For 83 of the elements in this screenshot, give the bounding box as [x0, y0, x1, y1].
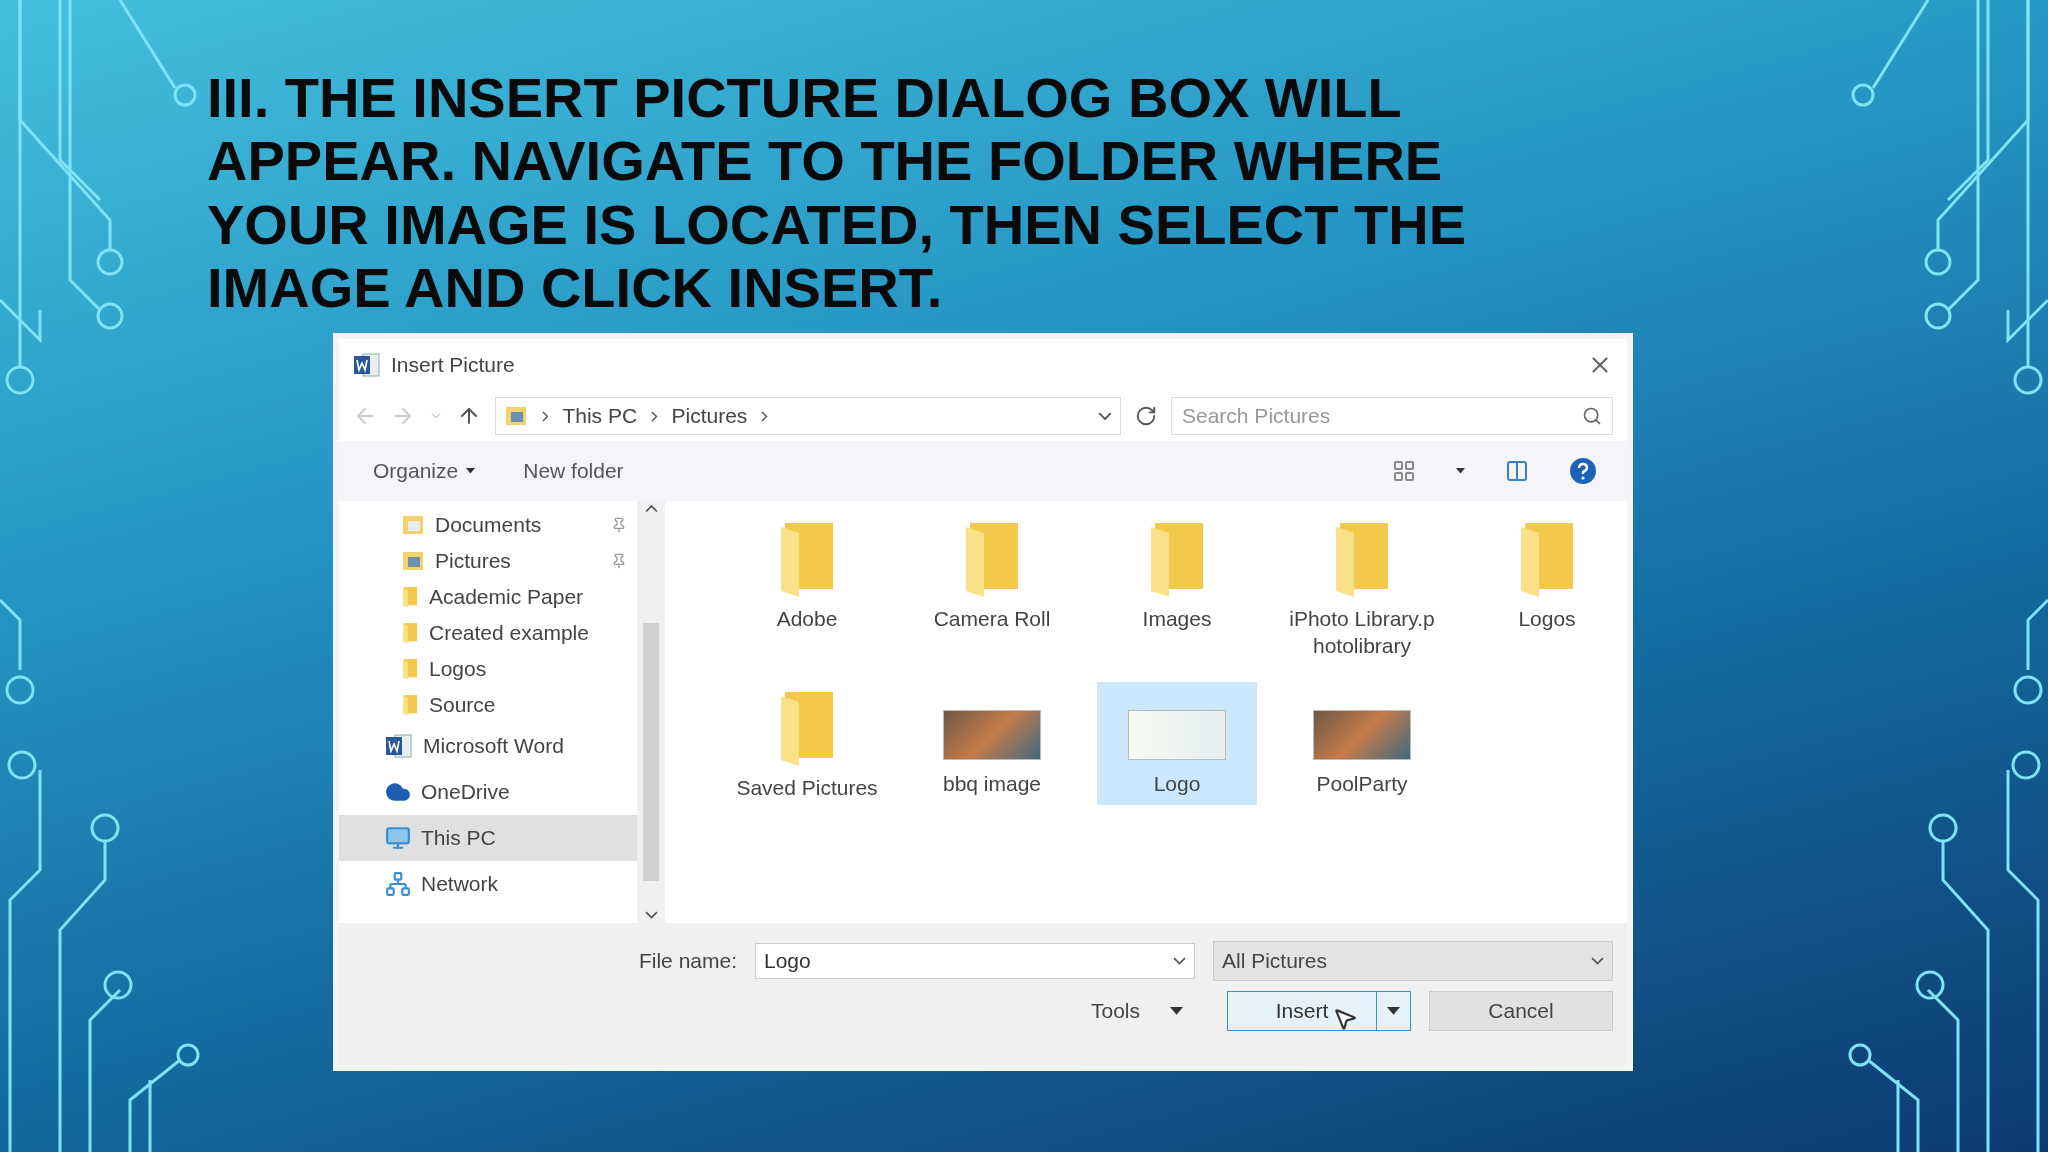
caret-icon [1456, 468, 1465, 474]
mouse-pointer-icon [1332, 1006, 1358, 1033]
file-item[interactable]: Saved Pictures [727, 681, 887, 809]
file-name-label: File name: [638, 949, 737, 974]
folder-icon [401, 658, 419, 681]
scroll-down-icon[interactable] [644, 911, 658, 920]
nav-item[interactable]: Documents [339, 507, 638, 544]
nav-item[interactable]: Pictures [339, 543, 638, 580]
nav-item[interactable]: Academic Paper [339, 579, 638, 616]
caret-icon [1387, 1007, 1400, 1015]
nav-item[interactable]: This PC [339, 815, 638, 862]
slide-title: III. THE INSERT PICTURE DIALOG BOX WILL APPEAR. NAVIGATE TO THE FOLDER WHERE YOUR IMAGE IS LOCATED, THEN SELECT THE IMAGE AND CLICK INSERT. [207, 66, 1467, 320]
nav-item[interactable]: Logos [339, 651, 638, 688]
help-icon[interactable] [1569, 457, 1597, 486]
file-name: Logo [1152, 770, 1202, 797]
chevron-icon [542, 410, 549, 422]
file-item[interactable]: Camera Roll [912, 513, 1072, 641]
dropdown-icon[interactable] [1098, 412, 1112, 421]
nav-item[interactable]: OneDrive [339, 769, 638, 816]
file-item[interactable]: PoolParty [1282, 681, 1442, 805]
nav-item[interactable]: Source [339, 687, 638, 724]
document-icon [385, 733, 413, 760]
nav-label: This PC [421, 826, 497, 851]
file-name: bbq image [941, 770, 1043, 797]
search-placeholder: Search Pictures [1182, 404, 1331, 429]
organize-button[interactable]: Organize [369, 455, 480, 488]
cancel-button[interactable]: Cancel [1429, 991, 1613, 1032]
dropdown-icon [1591, 957, 1604, 965]
file-name-value: Logo [764, 949, 811, 974]
file-item[interactable]: iPhoto Library.photolibrary [1282, 513, 1442, 668]
file-name-field[interactable]: Logo [755, 943, 1195, 980]
scrollbar[interactable] [637, 501, 665, 924]
nav-label: Created example [429, 621, 590, 646]
chevron-icon [761, 410, 768, 422]
documents-folder-icon [401, 514, 425, 537]
nav-item[interactable]: Created example [339, 615, 638, 652]
nav-item[interactable]: Network [339, 861, 638, 908]
file-name: Images [1141, 606, 1213, 633]
breadcrumb[interactable]: Pictures [671, 404, 748, 429]
nav-label: Pictures [435, 549, 512, 574]
file-item[interactable]: Adobe [727, 513, 887, 641]
refresh-icon[interactable] [1135, 405, 1157, 428]
pictures-folder-icon [401, 550, 425, 573]
nav-label: Academic Paper [429, 585, 585, 610]
caret-icon [466, 468, 476, 474]
breadcrumb[interactable]: This PC [562, 404, 638, 429]
file-type-value: All Pictures [1222, 949, 1328, 974]
caret-icon [1170, 1007, 1183, 1015]
nav-label: Logos [429, 657, 488, 682]
file-name: Adobe [775, 606, 839, 633]
file-item[interactable]: Images [1097, 513, 1257, 641]
scroll-up-icon[interactable] [644, 505, 658, 513]
nav-label: Documents [435, 513, 543, 538]
file-item[interactable]: Logos [1467, 513, 1627, 641]
view-icon[interactable] [1392, 459, 1416, 484]
nav-label: Microsoft Word [423, 734, 565, 759]
dropdown-icon[interactable] [1173, 957, 1186, 965]
nav-label: Source [429, 693, 497, 718]
file-name: PoolParty [1315, 770, 1409, 797]
network-icon [385, 871, 411, 898]
file-item[interactable]: bbq image [912, 681, 1072, 805]
nav-label: Network [421, 872, 500, 897]
new-folder-button[interactable]: New folder [519, 455, 628, 488]
document-icon [353, 352, 381, 379]
file-type-select[interactable]: All Pictures [1213, 941, 1613, 982]
folder-icon [401, 694, 419, 717]
preview-pane-icon[interactable] [1505, 459, 1529, 484]
file-item[interactable]: Logo [1097, 681, 1257, 805]
file-name: Saved Pictures [735, 774, 879, 801]
chevron-icon [651, 410, 658, 422]
pictures-folder-icon [504, 405, 528, 428]
nav-item[interactable]: Microsoft Word [339, 723, 638, 770]
folder-icon [401, 622, 419, 645]
file-name: Logos [1517, 606, 1577, 633]
search-icon [1582, 406, 1602, 427]
folder-icon [401, 586, 419, 609]
address-bar[interactable]: This PC Pictures [495, 397, 1121, 436]
tools-button[interactable]: Tools [1084, 998, 1189, 1025]
nav-label: OneDrive [421, 780, 511, 805]
file-name: Camera Roll [932, 606, 1052, 633]
dialog-title: Insert Picture [391, 353, 516, 378]
computer-icon [385, 825, 411, 852]
file-name: iPhoto Library.photolibrary [1288, 606, 1436, 660]
